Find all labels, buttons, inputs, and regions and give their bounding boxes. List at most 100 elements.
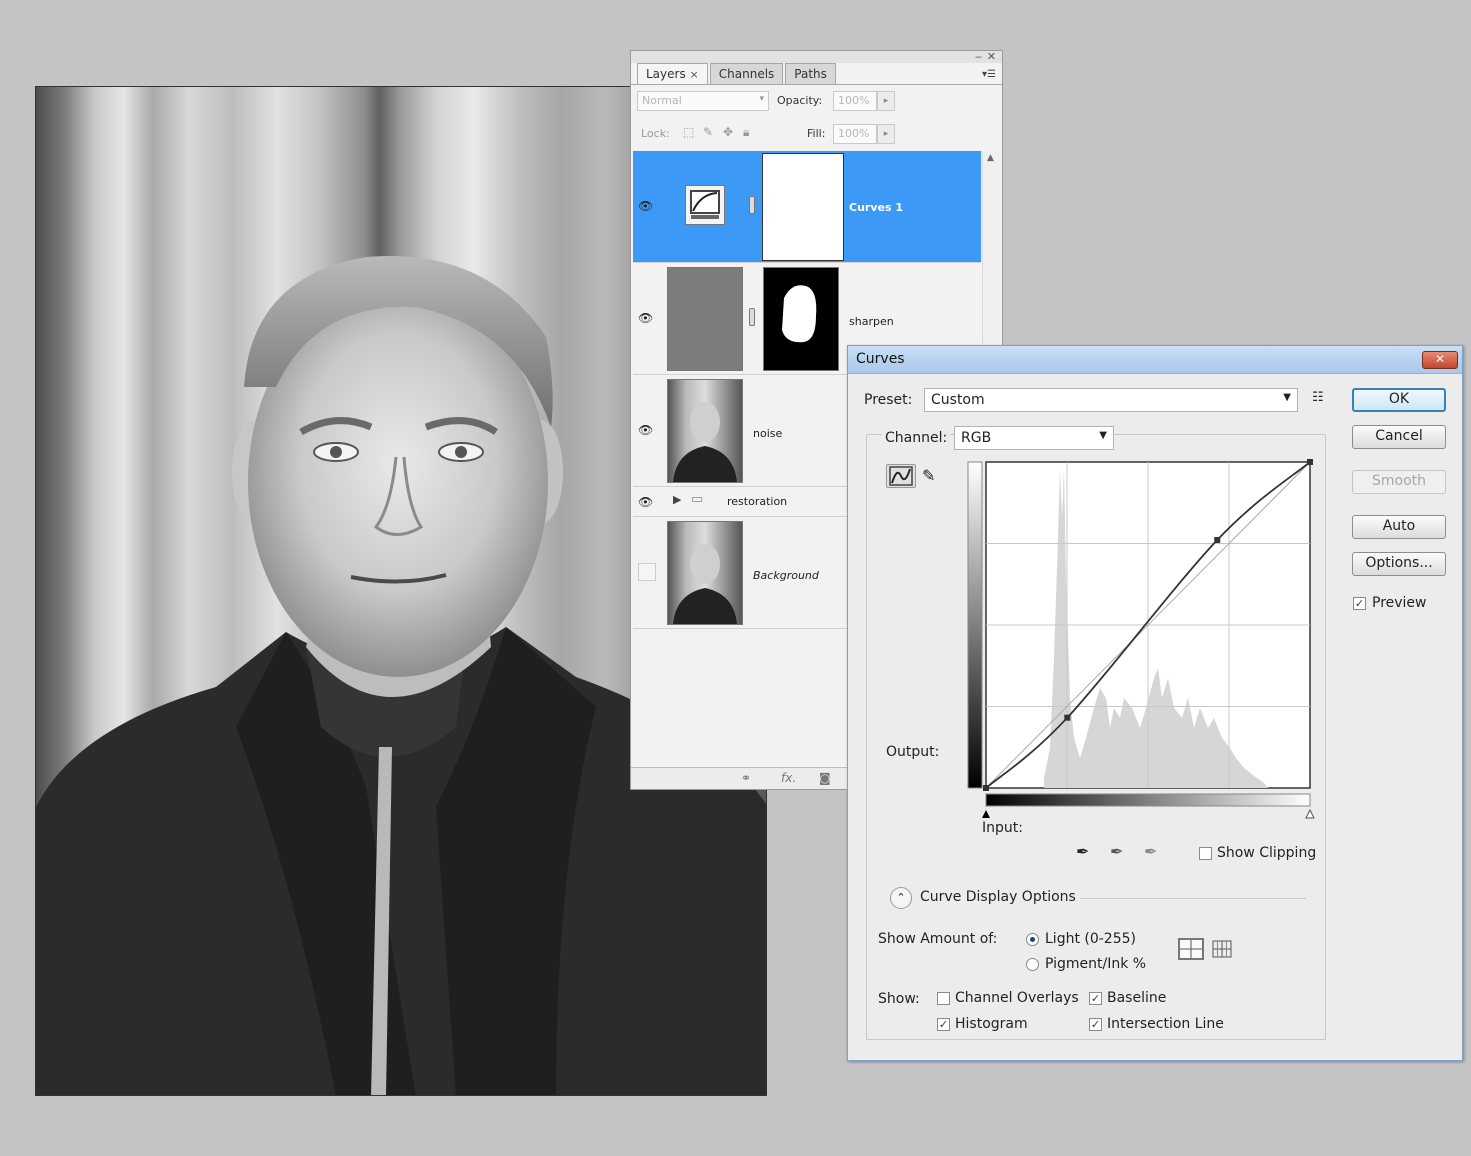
intersection-line-checkbox[interactable]: ✓ xyxy=(1089,1018,1102,1031)
channel-overlays-checkbox[interactable] xyxy=(937,992,950,1005)
options-divider xyxy=(1080,898,1306,899)
link-icon[interactable] xyxy=(749,196,755,214)
curve-point[interactable] xyxy=(1064,714,1071,721)
curve-tool-icon xyxy=(889,466,913,486)
auto-button[interactable]: Auto xyxy=(1352,515,1446,539)
white-eyedropper-icon[interactable]: ✒ xyxy=(1144,842,1157,861)
visibility-toggle[interactable] xyxy=(638,563,656,581)
preview-checkbox[interactable]: ✓ xyxy=(1353,597,1366,610)
eye-icon[interactable]: 👁︎ xyxy=(638,495,656,509)
layer-name[interactable]: noise xyxy=(753,427,782,440)
light-label[interactable]: Light (0-255) xyxy=(1045,931,1136,947)
options-button[interactable]: Options... xyxy=(1352,552,1446,576)
preset-options-icon[interactable]: ☷ xyxy=(1312,390,1324,405)
lock-image-icon[interactable]: ✎ xyxy=(703,125,713,139)
show-clipping-label[interactable]: Show Clipping xyxy=(1217,845,1316,861)
dialog-title: Curves xyxy=(856,351,905,367)
black-eyedropper-icon[interactable]: ✒ xyxy=(1076,842,1089,861)
layer-mask-thumbnail[interactable] xyxy=(763,267,839,371)
link-icon[interactable] xyxy=(749,308,755,326)
expand-triangle-icon[interactable]: ▶ xyxy=(673,493,681,506)
tab-paths[interactable]: Paths xyxy=(785,63,836,85)
add-mask-icon[interactable]: ◙ xyxy=(819,771,831,785)
opacity-label: Opacity: xyxy=(777,94,823,107)
eye-icon[interactable]: 👁︎ xyxy=(638,199,656,213)
blend-mode-select[interactable]: Normal ▾ xyxy=(637,91,769,111)
preview-label[interactable]: Preview xyxy=(1372,595,1427,611)
smooth-button[interactable]: Smooth xyxy=(1352,470,1446,494)
fill-field[interactable]: 100% xyxy=(833,124,877,144)
preset-label: Preset: xyxy=(864,392,913,408)
curve-point[interactable] xyxy=(983,785,989,791)
tab-layers[interactable]: Layers × xyxy=(637,63,708,85)
layer-name[interactable]: Curves 1 xyxy=(849,201,903,214)
white-point-slider[interactable] xyxy=(1305,808,1315,819)
layer-name[interactable]: Background xyxy=(753,569,819,582)
eye-icon[interactable]: 👁︎ xyxy=(638,311,656,325)
lock-all-icon[interactable]: 🔒︎ xyxy=(743,125,749,140)
curves-dialog: Curves ✕ Preset: Custom ▼ ☷ OK Cancel Sm… xyxy=(847,345,1463,1061)
dialog-titlebar[interactable]: Curves ✕ xyxy=(848,346,1462,374)
opacity-slider-button[interactable]: ▸ xyxy=(877,91,895,111)
cancel-button[interactable]: Cancel xyxy=(1352,425,1446,449)
lock-position-icon[interactable]: ✥ xyxy=(723,125,733,139)
panel-menu-icon[interactable]: ▾☰ xyxy=(982,69,996,80)
opacity-value: 100% xyxy=(838,94,870,107)
tab-close-icon[interactable]: × xyxy=(690,68,699,81)
channel-overlays-label[interactable]: Channel Overlays xyxy=(955,990,1079,1006)
histogram-checkbox[interactable]: ✓ xyxy=(937,1018,950,1031)
fill-slider-button[interactable]: ▸ xyxy=(877,124,895,144)
curve-point[interactable] xyxy=(1307,459,1313,465)
intersection-line-label[interactable]: Intersection Line xyxy=(1107,1016,1224,1032)
layer-thumbnail xyxy=(667,521,743,625)
channel-select[interactable]: RGB ▼ xyxy=(954,426,1114,450)
fill-value: 100% xyxy=(838,127,870,140)
folder-icon: ▭ xyxy=(691,492,704,507)
scroll-up-icon[interactable]: ▲ xyxy=(987,153,994,163)
show-clipping-checkbox[interactable] xyxy=(1199,847,1212,860)
detailed-grid-icon[interactable] xyxy=(1212,940,1232,958)
layer-name[interactable]: restoration xyxy=(727,495,787,508)
close-button[interactable]: ✕ xyxy=(1422,351,1458,369)
button-label: Options... xyxy=(1365,555,1433,571)
light-radio[interactable] xyxy=(1026,933,1039,946)
pencil-icon[interactable]: ✎ xyxy=(922,466,935,485)
histogram-label[interactable]: Histogram xyxy=(955,1016,1028,1032)
output-gradient-bar xyxy=(967,461,983,789)
close-icon[interactable]: ✕ xyxy=(987,50,996,63)
lock-label: Lock: xyxy=(641,127,670,140)
ok-button[interactable]: OK xyxy=(1352,388,1446,412)
pigment-label[interactable]: Pigment/Ink % xyxy=(1045,956,1146,972)
input-label: Input: xyxy=(982,820,1023,836)
collapse-icon[interactable]: ‒ xyxy=(975,50,982,63)
lock-transparent-icon[interactable]: ⬚ xyxy=(683,125,694,139)
curves-graph[interactable] xyxy=(964,458,1316,820)
button-label: OK xyxy=(1388,391,1410,407)
pigment-radio[interactable] xyxy=(1026,958,1039,971)
black-point-slider[interactable] xyxy=(982,810,990,818)
baseline-checkbox[interactable]: ✓ xyxy=(1089,992,1102,1005)
gray-eyedropper-icon[interactable]: ✒ xyxy=(1110,842,1123,861)
panel-tabs: Layers × Channels Paths xyxy=(637,63,838,85)
fx-icon[interactable]: fx. xyxy=(781,771,796,785)
opacity-field[interactable]: 100% xyxy=(833,91,877,111)
blend-mode-value: Normal xyxy=(642,94,682,107)
show-amount-label: Show Amount of: xyxy=(878,931,998,947)
curve-point[interactable] xyxy=(1214,536,1221,543)
baseline-label[interactable]: Baseline xyxy=(1107,990,1166,1006)
chevron-down-icon: ▼ xyxy=(1283,392,1291,403)
input-gradient-bar xyxy=(985,793,1311,807)
button-label: Auto xyxy=(1382,518,1416,534)
simple-grid-icon[interactable] xyxy=(1178,938,1204,960)
curve-point-tool[interactable] xyxy=(886,464,916,488)
layer-name[interactable]: sharpen xyxy=(849,315,894,328)
collapse-options-icon[interactable]: ⌃ xyxy=(890,887,912,909)
eye-icon[interactable]: 👁︎ xyxy=(638,423,656,437)
layer-mask-thumbnail[interactable] xyxy=(762,153,844,261)
panel-title-strip[interactable]: ‒ ✕ xyxy=(631,50,1002,63)
layer-row-curves[interactable]: 👁︎ Curves 1 xyxy=(633,151,981,263)
output-label: Output: xyxy=(886,744,940,760)
tab-channels[interactable]: Channels xyxy=(709,63,784,85)
preset-select[interactable]: Custom ▼ xyxy=(924,388,1298,412)
link-layers-icon[interactable]: ⚭ xyxy=(741,771,751,785)
